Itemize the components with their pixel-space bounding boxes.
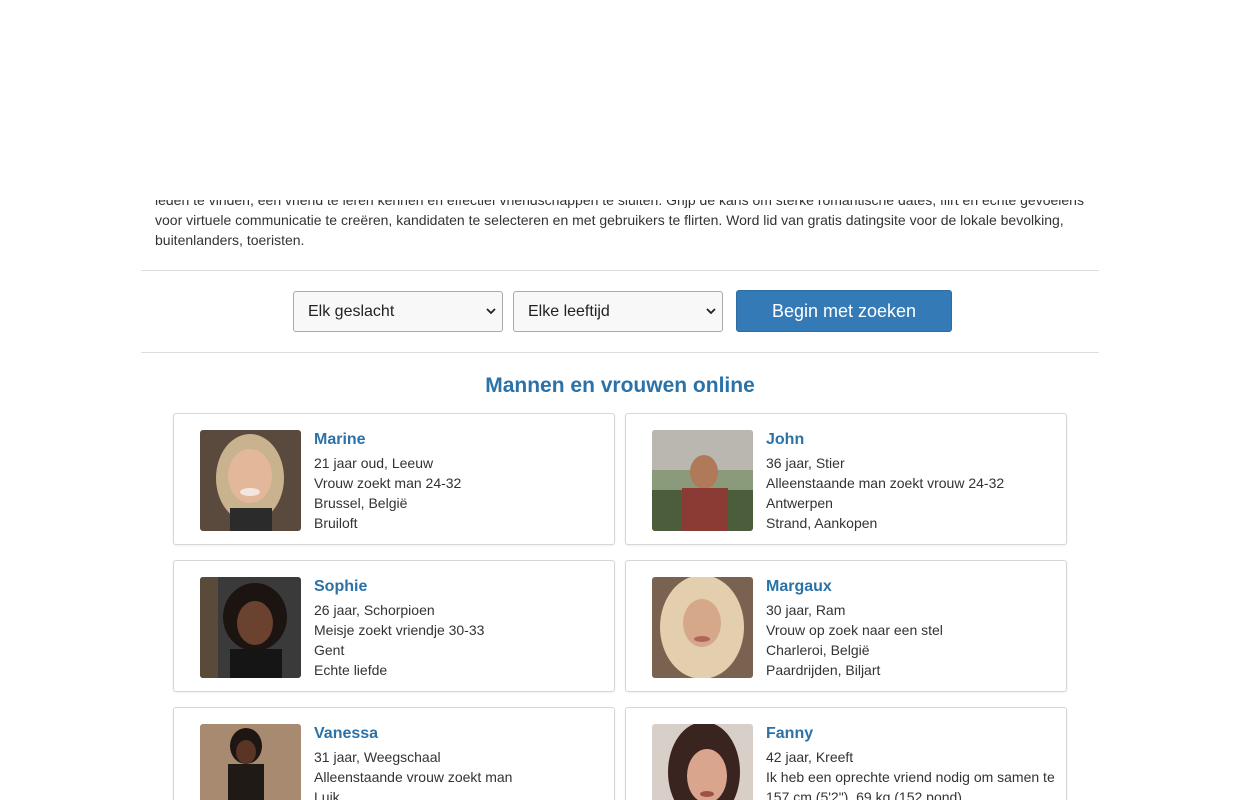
gender-select[interactable]: Elk geslacht	[293, 291, 503, 332]
profile-info: Marine 21 jaar oud, Leeuw Vrouw zoekt ma…	[314, 431, 614, 533]
profile-name[interactable]: Margaux	[766, 578, 1066, 596]
profile-name[interactable]: John	[766, 431, 1066, 449]
profile-seeking: Alleenstaande man zoekt vrouw 24-32	[766, 475, 1005, 491]
profile-name[interactable]: Marine	[314, 431, 614, 449]
profile-seeking: Vrouw zoekt man 24-32	[314, 475, 462, 491]
profile-age-sign: 36 jaar, Stier	[766, 455, 845, 471]
profile-photo[interactable]	[652, 430, 753, 531]
profile-info: John 36 jaar, Stier Alleenstaande man zo…	[766, 431, 1066, 533]
profile-seeking: Ik heb een oprechte vriend nodig om same…	[766, 769, 1055, 785]
profile-location: Gent	[314, 642, 345, 658]
page: leden te vinden, een vriend te leren ken…	[0, 0, 1240, 800]
profile-info: Fanny 42 jaar, Kreeft Ik heb een oprecht…	[766, 725, 1066, 800]
profile-location: 157 cm (5'2"), 69 kg (152 pond)	[766, 789, 962, 800]
profile-name[interactable]: Fanny	[766, 725, 1066, 743]
age-select[interactable]: Elke leeftijd	[513, 291, 723, 332]
profile-seeking: Alleenstaande vrouw zoekt man	[314, 769, 513, 785]
top-blank-area	[0, 0, 1240, 200]
profile-interests: Strand, Aankopen	[766, 515, 878, 531]
profile-location: Luik	[314, 789, 340, 800]
profile-info: Vanessa 31 jaar, Weegschaal Alleenstaand…	[314, 725, 614, 800]
profile-seeking: Vrouw op zoek naar een stel	[766, 622, 943, 638]
profile-card[interactable]: Sophie 26 jaar, Schorpioen Meisje zoekt …	[173, 560, 615, 692]
profile-card[interactable]: Fanny 42 jaar, Kreeft Ik heb een oprecht…	[625, 707, 1067, 800]
profile-interests: Echte liefde	[314, 662, 388, 678]
profile-age-sign: 30 jaar, Ram	[766, 602, 846, 618]
profile-name[interactable]: Vanessa	[314, 725, 614, 743]
search-bar: Elk geslacht Elke leeftijd Begin met zoe…	[141, 270, 1099, 353]
profile-photo[interactable]	[200, 724, 301, 800]
profile-location: Charleroi, België	[766, 642, 870, 658]
intro-line-2: voor virtuele communicatie te creëren, k…	[155, 212, 1064, 228]
profile-card[interactable]: Margaux 30 jaar, Ram Vrouw op zoek naar …	[625, 560, 1067, 692]
chevron-down-icon	[486, 308, 496, 315]
profile-photo[interactable]	[652, 577, 753, 678]
profile-card[interactable]: John 36 jaar, Stier Alleenstaande man zo…	[625, 413, 1067, 545]
section-title: Mannen en vrouwen online	[485, 374, 755, 397]
gender-select-value: Elk geslacht	[308, 303, 395, 320]
profile-name[interactable]: Sophie	[314, 578, 614, 596]
profile-seeking: Meisje zoekt vriendje 30-33	[314, 622, 485, 638]
profile-photo[interactable]	[200, 430, 301, 531]
profile-age-sign: 31 jaar, Weegschaal	[314, 749, 441, 765]
profile-card[interactable]: Vanessa 31 jaar, Weegschaal Alleenstaand…	[173, 707, 615, 800]
chevron-down-icon	[706, 308, 716, 315]
profile-interests: Bruiloft	[314, 515, 358, 531]
profile-age-sign: 21 jaar oud, Leeuw	[314, 455, 434, 471]
profile-card[interactable]: Marine 21 jaar oud, Leeuw Vrouw zoekt ma…	[173, 413, 615, 545]
profile-age-sign: 42 jaar, Kreeft	[766, 749, 854, 765]
profile-photo[interactable]	[200, 577, 301, 678]
age-select-value: Elke leeftijd	[528, 303, 610, 320]
profile-location: Brussel, België	[314, 495, 408, 511]
profile-photo[interactable]	[652, 724, 753, 800]
intro-line-3: buitenlanders, toeristen.	[155, 232, 305, 248]
search-button[interactable]: Begin met zoeken	[736, 290, 952, 332]
profile-info: Margaux 30 jaar, Ram Vrouw op zoek naar …	[766, 578, 1066, 680]
profile-interests: Paardrijden, Biljart	[766, 662, 881, 678]
profile-info: Sophie 26 jaar, Schorpioen Meisje zoekt …	[314, 578, 614, 680]
profile-age-sign: 26 jaar, Schorpioen	[314, 602, 435, 618]
profile-location: Antwerpen	[766, 495, 833, 511]
